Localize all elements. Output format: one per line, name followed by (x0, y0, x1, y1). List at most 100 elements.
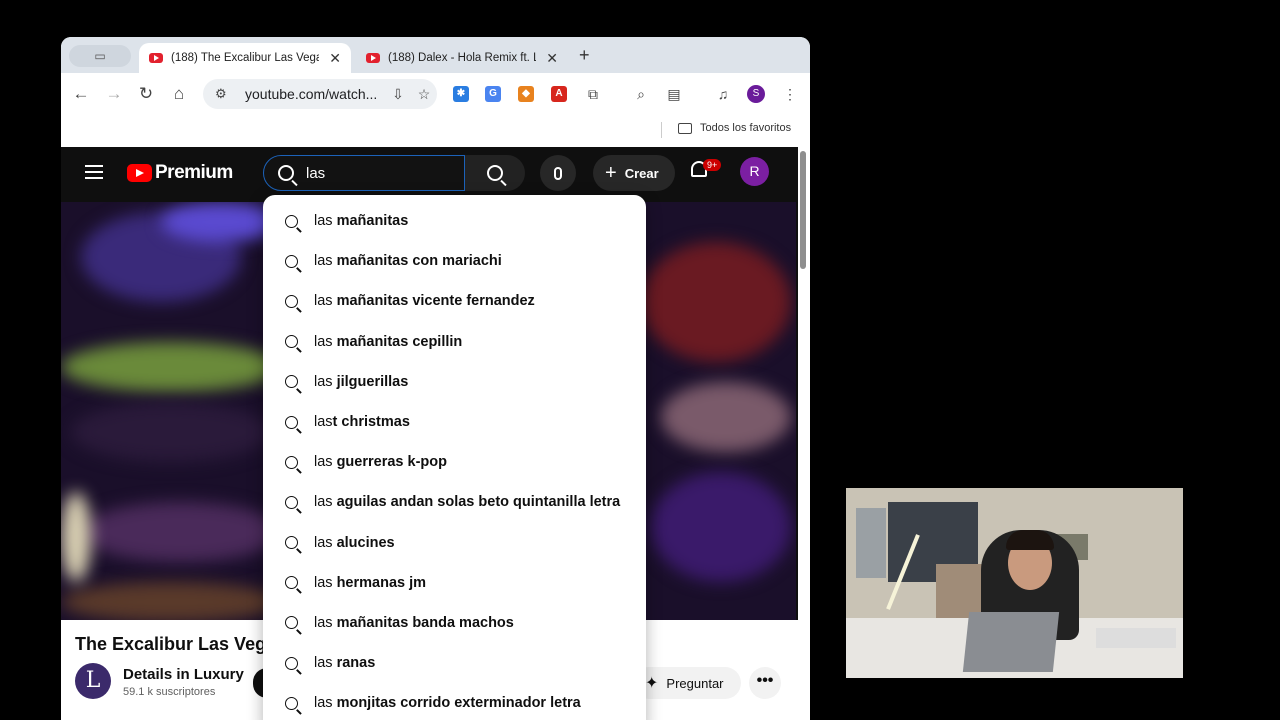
pdf-extension-icon[interactable]: A (551, 86, 567, 102)
suggestion-item[interactable]: las mañanitas cepillin (263, 322, 646, 362)
reading-mode-icon[interactable]: ▤ (664, 84, 684, 104)
new-tab-icon[interactable]: + (579, 45, 590, 66)
logo-text: Premium (155, 162, 233, 183)
suggestion-completion: mañanitas vicente fernandez (332, 293, 535, 310)
menu-hamburger-icon[interactable] (85, 165, 103, 179)
suggestion-item[interactable]: las alucines (263, 523, 646, 563)
suggestion-completion: jilguerillas (332, 373, 409, 390)
youtube-header: Premium las + Crear 9+ R (61, 147, 798, 199)
channel-avatar[interactable]: L (75, 663, 111, 699)
home-icon[interactable]: ⌂ (168, 83, 190, 105)
notification-badge: 9+ (703, 159, 722, 171)
reload-icon[interactable]: ↻ (135, 83, 157, 105)
tab-title: (188) The Excalibur Las Vegas (171, 52, 320, 64)
suggestion-prefix: las (314, 253, 333, 270)
page-search-icon[interactable]: ⌕ (631, 84, 651, 104)
all-bookmarks-button[interactable]: Todos los favoritos (678, 122, 791, 134)
browser-profile-avatar[interactable]: S (747, 85, 765, 103)
tab-excalibur[interactable]: (188) The Excalibur Las Vegas ✕ (139, 43, 351, 73)
bookmarks-bar: Todos los favoritos (61, 115, 810, 147)
tab-dalex[interactable]: (188) Dalex - Hola Remix ft. Lenny Tavár… (356, 43, 568, 73)
sparkle-icon: ✦ (645, 675, 659, 692)
ask-button[interactable]: ✦ Preguntar (633, 667, 741, 699)
suggestion-completion: mañanitas con mariachi (332, 253, 502, 270)
suggestion-prefix: las (314, 414, 333, 431)
create-button[interactable]: + Crear (593, 155, 675, 191)
create-label: Crear (624, 165, 659, 181)
suggestion-completion: t christmas (332, 414, 410, 431)
search-input[interactable]: las (263, 155, 465, 191)
address-bar[interactable]: ⚙ youtube.com/watch... ⇩ ☆ (203, 79, 437, 109)
search-icon (285, 455, 298, 469)
suggestion-prefix: las (314, 373, 333, 390)
search-query: las (306, 164, 326, 182)
folder-icon (678, 122, 692, 134)
browser-menu-icon[interactable]: ⋮ (780, 84, 800, 104)
tab-search-icon: ▭ (94, 49, 106, 63)
ask-label: Preguntar (666, 675, 724, 691)
youtube-favicon-icon (149, 53, 163, 63)
suggestion-prefix: las (314, 213, 333, 230)
media-control-icon[interactable]: ♫ (713, 84, 733, 104)
search-icon (285, 294, 298, 308)
suggestion-prefix: las (314, 655, 333, 672)
suggestion-item[interactable]: las mañanitas con mariachi (263, 241, 646, 281)
search-icon (285, 214, 298, 228)
back-icon[interactable]: ← (70, 83, 92, 105)
suggestion-item[interactable]: las monjitas corrido exterminador letra (263, 683, 646, 720)
page-scrollbar[interactable] (798, 147, 810, 720)
bookmarks-divider (661, 122, 662, 138)
suggestion-item[interactable]: las t christmas (263, 402, 646, 442)
search-suggestions-dropdown: las mañanitas las mañanitas con mariachi l… (263, 195, 646, 720)
translate-extension-icon[interactable]: G (485, 86, 501, 102)
bookmark-star-icon[interactable]: ☆ (411, 86, 437, 103)
channel-subscribers: 59.1 k suscriptores (123, 686, 216, 698)
search-icon (285, 656, 298, 670)
close-tab-icon[interactable]: ✕ (546, 50, 558, 67)
voice-search-button[interactable] (540, 155, 576, 191)
scrollbar-thumb[interactable] (800, 151, 806, 269)
forward-icon[interactable]: → (103, 83, 125, 105)
site-info-icon[interactable]: ⚙ (215, 86, 233, 102)
tab-search-button[interactable]: ▭ (69, 45, 131, 67)
search-icon (285, 616, 298, 630)
more-actions-button[interactable]: ••• (749, 667, 781, 699)
suggestion-prefix: las (314, 695, 333, 712)
screen: ▭ (188) The Excalibur Las Vegas ✕ (188) … (0, 0, 1280, 720)
suggestion-item[interactable]: las mañanitas (263, 201, 646, 241)
suggestion-item[interactable]: las mañanitas vicente fernandez (263, 281, 646, 321)
suggestion-item[interactable]: las aguilas andan solas beto quintanilla… (263, 482, 646, 522)
suggestion-completion: ranas (332, 655, 376, 672)
install-icon[interactable]: ⇩ (385, 86, 411, 103)
user-avatar[interactable]: R (740, 157, 769, 186)
plus-icon: + (605, 161, 617, 184)
search-icon (285, 536, 298, 550)
youtube-premium-logo[interactable]: Premium (127, 162, 233, 184)
webcam-overlay (846, 488, 1183, 678)
search-button[interactable] (465, 155, 525, 191)
suggestion-item[interactable]: las jilguerillas (263, 362, 646, 402)
all-bookmarks-label: Todos los favoritos (700, 122, 792, 134)
channel-name[interactable]: Details in Luxury (123, 666, 244, 683)
suggestion-completion: mañanitas cepillin (332, 333, 463, 350)
suggestion-item[interactable]: las guerreras k-pop (263, 442, 646, 482)
suggestion-prefix: las (314, 454, 333, 471)
extensions-puzzle-icon[interactable]: ⧉ (583, 84, 603, 104)
extension-blue-icon[interactable]: ✱ (453, 86, 469, 102)
suggestion-item[interactable]: las mañanitas banda machos (263, 603, 646, 643)
suggestion-item[interactable]: las hermanas jm (263, 563, 646, 603)
suggestion-prefix: las (314, 574, 333, 591)
search-icon (285, 495, 298, 509)
tab-title: (188) Dalex - Hola Remix ft. Lenny Tavár… (388, 52, 536, 64)
tab-strip: ▭ (188) The Excalibur Las Vegas ✕ (188) … (61, 37, 810, 73)
video-title: The Excalibur Las Vegas (75, 634, 287, 654)
suggestion-prefix: las (314, 494, 333, 511)
search-icon (278, 165, 294, 181)
search-icon (487, 165, 503, 181)
metamask-extension-icon[interactable]: ◆ (518, 86, 534, 102)
close-tab-icon[interactable]: ✕ (329, 50, 341, 67)
suggestion-completion: guerreras k-pop (332, 454, 447, 471)
search-icon (285, 415, 298, 429)
browser-toolbar: ← → ↻ ⌂ ⚙ youtube.com/watch... ⇩ ☆ ✱ G ◆… (61, 73, 810, 115)
suggestion-item[interactable]: las ranas (263, 643, 646, 683)
